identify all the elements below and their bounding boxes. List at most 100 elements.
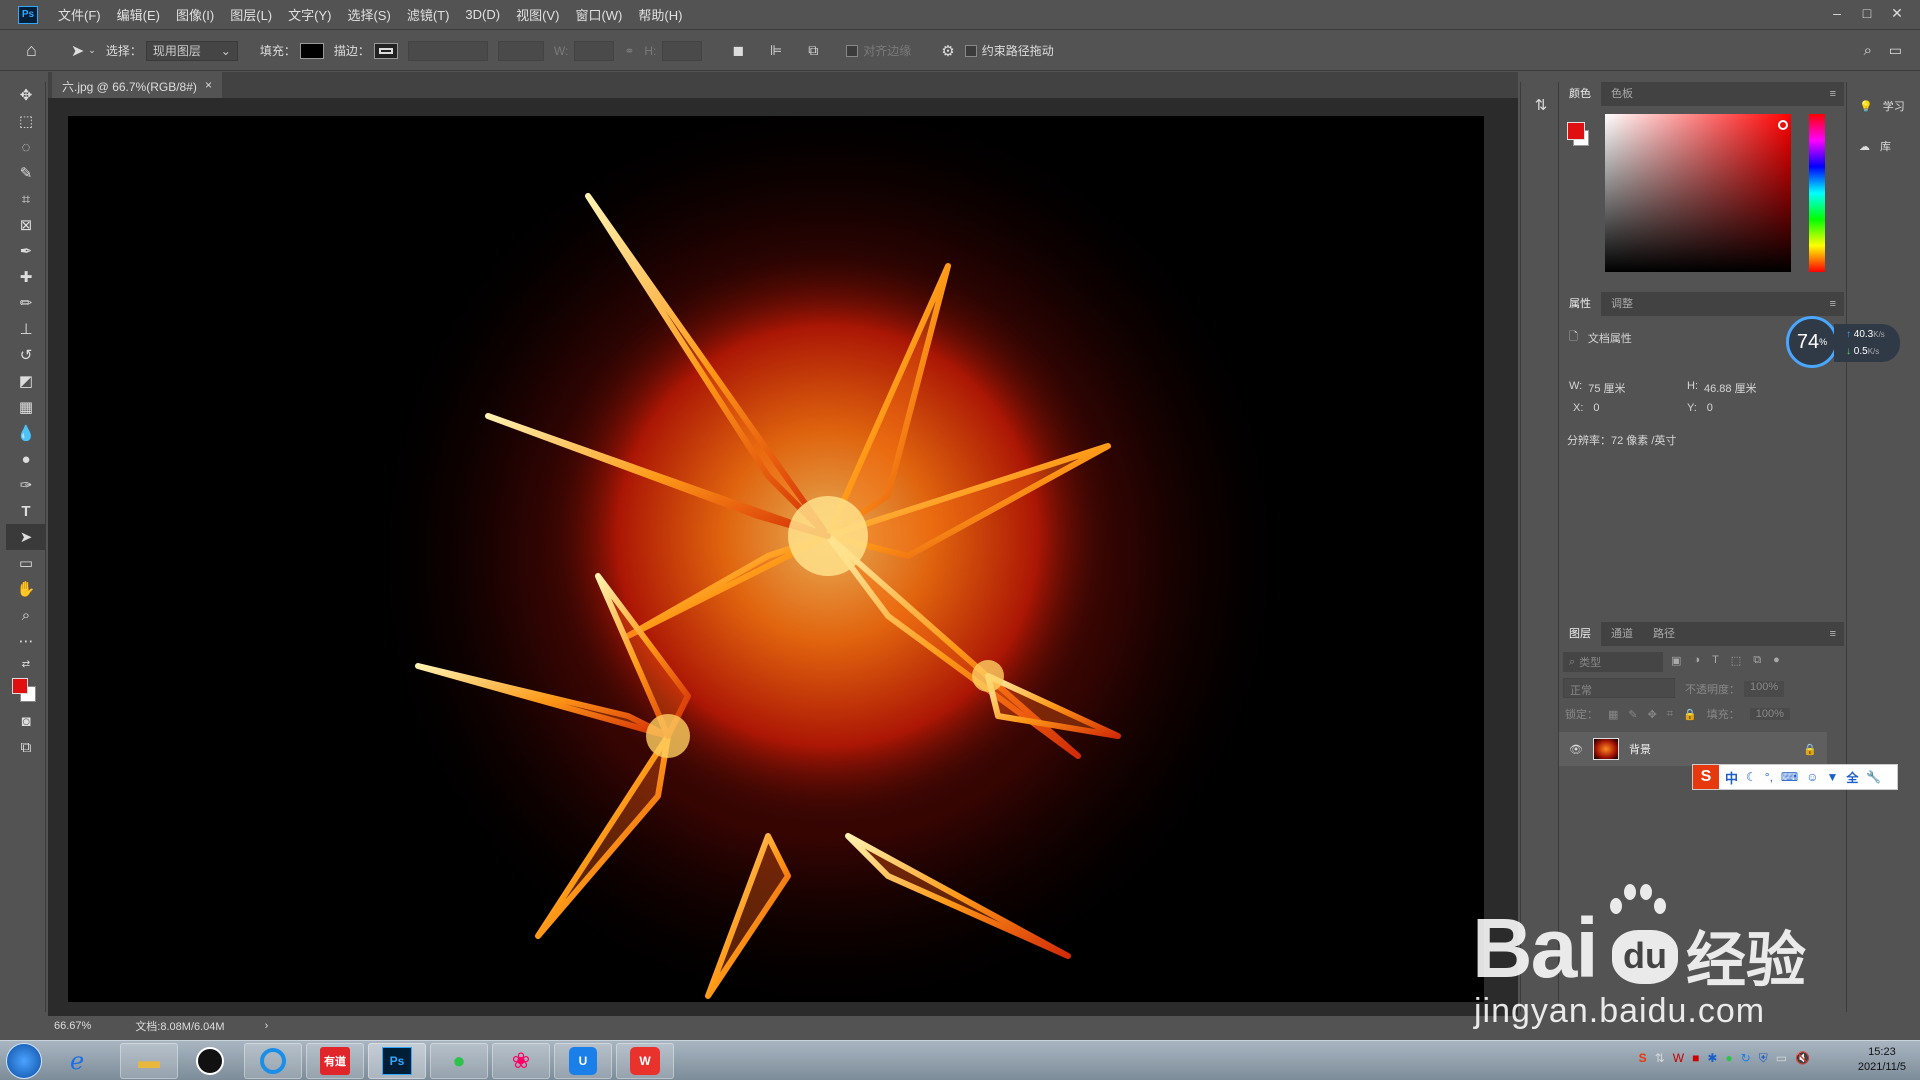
tab-layers[interactable]: 图层 (1559, 622, 1601, 646)
frame-tool-icon[interactable]: ⊠ (6, 212, 46, 238)
wrench-icon[interactable]: 🔧 (1866, 770, 1881, 784)
layer-filter-input[interactable]: 类型 (1579, 654, 1601, 670)
ime-toolbar[interactable]: S 中 ☾ °, ⌨ ☺ ▼ 全 🔧 (1692, 764, 1898, 790)
eye-icon[interactable]: 👁 (1569, 743, 1583, 756)
wechat-taskbar-app[interactable]: ● (430, 1043, 488, 1079)
hand-tool-icon[interactable]: ✋ (6, 576, 46, 602)
tab-properties[interactable]: 属性 (1559, 292, 1601, 316)
wps-taskbar-app[interactable]: W (616, 1043, 674, 1079)
swap-colors-icon[interactable]: ⇄ (6, 654, 46, 674)
quick-select-tool-icon[interactable]: ✎ (6, 160, 46, 186)
lock-all-icon[interactable]: 🔒 (1683, 708, 1697, 721)
filter-shape-icon[interactable]: ⬚ (1731, 654, 1741, 667)
document-image[interactable] (68, 116, 1484, 1002)
prop-x-value[interactable]: 0 (1593, 402, 1599, 414)
prop-w-value[interactable]: 75 厘米 (1588, 380, 1625, 396)
color-foreground-swatch[interactable] (1567, 122, 1585, 140)
tab-swatches[interactable]: 色板 (1601, 82, 1643, 106)
maximize-button[interactable]: □ (1852, 2, 1882, 24)
filter-smart-icon[interactable]: ⧉ (1753, 654, 1761, 667)
crop-tool-icon[interactable]: ⌗ (6, 186, 46, 212)
close-icon[interactable]: × (205, 78, 212, 92)
h-field[interactable] (662, 40, 703, 61)
tray-display-icon[interactable]: ▭ (1776, 1051, 1787, 1066)
lock-paint-icon[interactable]: ✎ (1628, 708, 1637, 721)
path-select-tool-icon[interactable]: ➤ ⌄ (71, 41, 96, 61)
menu-filter[interactable]: 滤镜(T) (407, 5, 450, 24)
document-tab[interactable]: 六.jpg @ 66.7%(RGB/8#) × (52, 72, 222, 98)
lock-transparent-icon[interactable]: ▦ (1608, 708, 1618, 721)
menu-file[interactable]: 文件(F) (58, 5, 101, 24)
ime-mode[interactable]: 中 (1725, 768, 1738, 787)
u-taskbar-app[interactable]: U (554, 1043, 612, 1079)
blur-tool-icon[interactable]: 💧 (6, 420, 46, 446)
color-field[interactable] (1605, 114, 1791, 272)
marquee-tool-icon[interactable]: ⬚ (6, 108, 46, 134)
menu-3d[interactable]: 3D(D) (465, 7, 500, 22)
tray-wps-icon[interactable]: W (1673, 1051, 1684, 1066)
taskbar-clock[interactable]: 15:23 2021/11/5 (1858, 1045, 1906, 1075)
gradient-tool-icon[interactable]: ▦ (6, 394, 46, 420)
moon-icon[interactable]: ☾ (1746, 770, 1757, 784)
stroke-width-field[interactable] (407, 40, 488, 61)
type-tool-icon[interactable]: T (6, 498, 46, 524)
path-align-icon[interactable]: ⊫ (770, 42, 782, 59)
gear-icon[interactable]: ⚙ (941, 42, 954, 60)
stroke-type-field[interactable] (497, 40, 544, 61)
healing-brush-tool-icon[interactable]: ✚ (6, 264, 46, 290)
tray-network-icon[interactable]: ⇅ (1655, 1051, 1665, 1066)
quick-mask-icon[interactable]: ◙ (6, 708, 46, 734)
hue-slider[interactable] (1809, 114, 1825, 272)
skin-icon[interactable]: ▼ (1827, 770, 1839, 784)
punct-icon[interactable]: °, (1765, 770, 1773, 784)
network-speed-meter[interactable]: 74% ↑ 40.3K/s ↓ 0.5K/s (1786, 316, 1902, 368)
zoom-level[interactable]: 66.67% (54, 1020, 91, 1032)
eraser-tool-icon[interactable]: ◩ (6, 368, 46, 394)
close-button[interactable]: ✕ (1882, 2, 1912, 24)
path-arrange-icon[interactable]: ⧉ (808, 42, 818, 59)
prop-h-value[interactable]: 46.88 厘米 (1704, 380, 1757, 396)
status-arrow-icon[interactable]: › (265, 1020, 269, 1032)
stamp-tool-icon[interactable]: ⊥ (6, 316, 46, 342)
menu-window[interactable]: 窗口(W) (575, 5, 622, 24)
tray-shield-icon[interactable]: ⛨ (1759, 1051, 1768, 1066)
menu-help[interactable]: 帮助(H) (638, 5, 682, 24)
tray-wechat-icon[interactable]: ● (1725, 1051, 1732, 1066)
tray-app-icon[interactable]: ■ (1692, 1051, 1699, 1066)
menu-select[interactable]: 选择(S) (347, 5, 390, 24)
color-picker-marker[interactable] (1778, 120, 1788, 130)
explorer-taskbar-app[interactable]: ▬ (120, 1043, 178, 1079)
tab-paths[interactable]: 路径 (1643, 622, 1685, 646)
filter-adjust-icon[interactable]: ◑ (1693, 654, 1700, 667)
filter-pixel-icon[interactable]: ▣ (1671, 654, 1681, 667)
panel-menu-icon[interactable]: ≡ (1830, 88, 1836, 100)
ie-browser-icon[interactable]: ℯ (70, 1047, 84, 1076)
panel-menu-icon[interactable]: ≡ (1830, 628, 1836, 640)
search-icon[interactable]: ⌕ (1864, 42, 1872, 59)
lock-position-icon[interactable]: ✥ (1648, 708, 1657, 721)
menu-image[interactable]: 图像(I) (176, 5, 214, 24)
move-tool-icon[interactable]: ✥ (6, 82, 46, 108)
menu-view[interactable]: 视图(V) (516, 5, 559, 24)
start-button[interactable] (6, 1043, 42, 1079)
constrain-path-checkbox[interactable] (964, 44, 977, 57)
foreground-color-swatch[interactable] (12, 678, 28, 694)
lock-artboard-icon[interactable]: ⌗ (1667, 708, 1673, 721)
color-swatches[interactable] (6, 674, 46, 708)
panel-menu-icon[interactable]: ≡ (1830, 298, 1836, 310)
workspace-icon[interactable]: ▭ (1889, 42, 1902, 59)
user-icon[interactable]: ☺ (1806, 770, 1818, 784)
zoom-tool-icon[interactable]: ⌕ (6, 602, 46, 628)
learn-button[interactable]: 💡 学习 (1847, 86, 1920, 126)
path-selection-tool-icon[interactable]: ➤ (6, 524, 46, 550)
tray-star-icon[interactable]: ✱ (1707, 1051, 1717, 1066)
opacity-value[interactable]: 100% (1744, 681, 1785, 697)
library-button[interactable]: ☁ 库 (1847, 126, 1920, 166)
rectangle-tool-icon[interactable]: ▭ (6, 550, 46, 576)
menu-type[interactable]: 文字(Y) (288, 5, 331, 24)
layer-name[interactable]: 背景 (1629, 741, 1651, 757)
youdao-taskbar-app[interactable]: 有道 (306, 1043, 364, 1079)
history-panel-icon[interactable]: ⇅ (1521, 92, 1561, 118)
w-field[interactable] (574, 40, 615, 61)
menu-edit[interactable]: 编辑(E) (117, 5, 160, 24)
